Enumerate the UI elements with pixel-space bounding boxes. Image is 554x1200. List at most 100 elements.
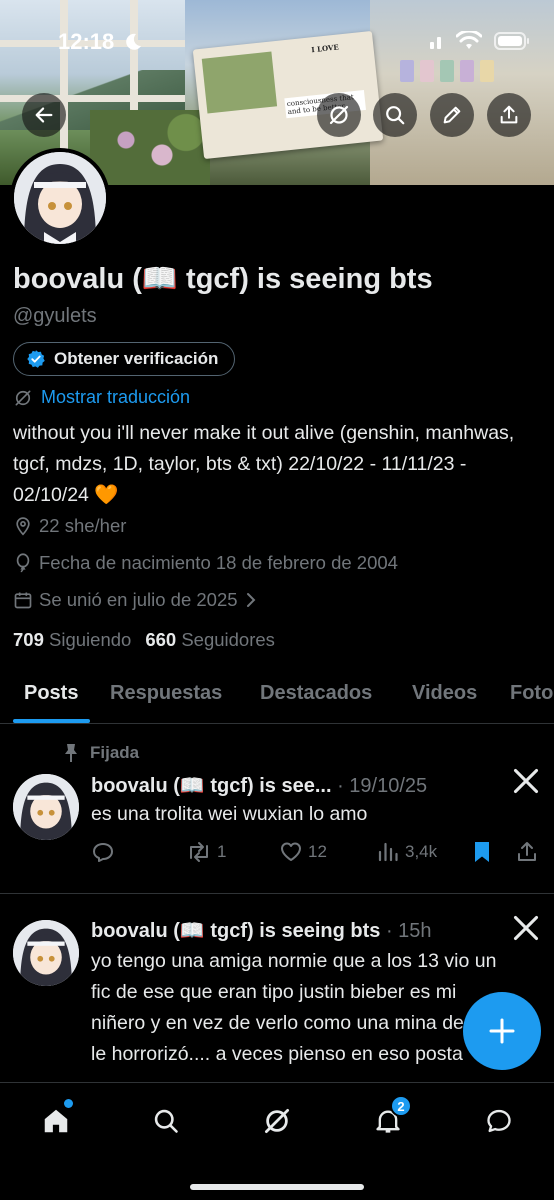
search-icon <box>386 106 405 125</box>
search-icon <box>154 1109 178 1133</box>
joined-row[interactable]: Se unió en julio de 2025 <box>13 589 258 611</box>
banner-book: I LOVE consciousness that and to be bett… <box>192 30 384 160</box>
like-button[interactable]: 12 <box>279 840 327 864</box>
pinned-indicator: Fijada <box>62 743 139 763</box>
views-count: 3,4k <box>405 842 438 861</box>
plus-icon <box>489 1018 515 1044</box>
following-link[interactable]: 709 Siguiendo <box>13 629 131 651</box>
views-icon <box>378 842 398 862</box>
nav-messages[interactable] <box>479 1101 519 1141</box>
post-text: yo tengo una amiga normie que a los 13 v… <box>91 950 503 1065</box>
banner-garden <box>90 110 210 185</box>
compose-button[interactable] <box>463 992 541 1070</box>
tab-highlights[interactable]: Destacados <box>260 682 372 705</box>
post-header[interactable]: boovalu (📖 tgcf) is see... · 19/10/25 <box>91 773 427 798</box>
followers-count: 660 <box>145 629 177 650</box>
post-time: · 15h <box>385 920 432 942</box>
x-logo-icon <box>513 768 539 794</box>
moon-icon <box>126 33 141 50</box>
birthday-text: Fecha de nacimiento 18 de febrero de 200… <box>39 552 398 573</box>
post-avatar[interactable] <box>13 774 79 840</box>
display-name: boovalu (📖 tgcf) is seeing bts <box>13 263 433 295</box>
follow-counts: 709 Siguiendo 660 Seguidores <box>13 629 275 651</box>
back-button[interactable] <box>22 93 66 137</box>
post-author: boovalu (📖 tgcf) is see... <box>91 775 332 797</box>
handle: @gyulets <box>13 305 97 327</box>
location-text: 22 she/her <box>39 515 127 536</box>
like-count: 12 <box>308 842 327 861</box>
tab-replies[interactable]: Respuestas <box>110 682 222 705</box>
show-translation-link[interactable]: Mostrar traducción <box>13 387 190 408</box>
bottom-nav: 2 <box>0 1082 554 1200</box>
grok-icon <box>15 390 31 405</box>
bookmark-button[interactable] <box>471 840 493 864</box>
banner-laundry <box>400 60 554 100</box>
nav-search[interactable] <box>146 1101 186 1141</box>
followers-label: Seguidores <box>181 629 275 650</box>
repost-button[interactable]: 1 <box>186 840 226 864</box>
pinned-label: Fijada <box>90 743 140 762</box>
book-text: I LOVE <box>310 42 340 55</box>
share-icon <box>500 105 518 124</box>
grok-button[interactable] <box>317 93 361 137</box>
reply-button[interactable] <box>91 840 115 864</box>
post-divider <box>0 893 554 894</box>
active-tab-indicator <box>13 719 90 723</box>
calendar-icon <box>14 592 32 609</box>
repost-count: 1 <box>217 842 227 861</box>
following-count: 709 <box>13 629 44 650</box>
nav-grok[interactable] <box>257 1101 297 1141</box>
tab-videos[interactable]: Videos <box>412 682 477 705</box>
birthday-row: Fecha de nacimiento 18 de febrero de 200… <box>13 552 398 574</box>
home-icon <box>44 1109 68 1133</box>
heart-icon <box>281 842 301 861</box>
location-row: 22 she/her <box>13 515 126 537</box>
notifications-badge: 2 <box>390 1095 412 1117</box>
views-button[interactable]: 3,4k <box>376 840 437 864</box>
share-post-button[interactable] <box>515 840 539 864</box>
get-verified-button[interactable]: Obtener verificación <box>13 342 236 376</box>
bookmark-filled-icon <box>475 842 489 862</box>
profile-tabs: Posts Respuestas Destacados Videos Fotos <box>0 664 554 724</box>
post-avatar[interactable] <box>13 920 79 986</box>
share-icon <box>518 842 536 861</box>
followers-link[interactable]: 660 Seguidores <box>145 629 275 651</box>
repost-icon <box>190 842 208 862</box>
show-translation-label: Mostrar traducción <box>41 387 191 407</box>
post-text: es una trolita wei wuxian lo amo <box>91 803 368 825</box>
profile-avatar[interactable] <box>10 148 110 248</box>
share-button[interactable] <box>487 93 531 137</box>
status-time: 12:18 <box>58 29 115 54</box>
signal-icon <box>430 37 441 49</box>
avatar-image <box>14 152 106 244</box>
pin-icon <box>65 744 77 762</box>
battery-icon <box>494 32 529 50</box>
avatar-image <box>13 774 79 840</box>
following-label: Siguiendo <box>49 629 132 650</box>
tab-photos[interactable]: Fotos <box>510 682 554 705</box>
post-actions: 1 12 3,4k <box>91 840 541 866</box>
bio: without you i'll never make it out alive… <box>13 422 515 506</box>
home-notification-dot <box>64 1099 73 1108</box>
post-author: boovalu (📖 tgcf) is seeing bts <box>91 920 381 942</box>
grok-post-button[interactable] <box>512 914 540 949</box>
get-verified-label: Obtener verificación <box>54 349 219 368</box>
wifi-icon <box>456 31 482 49</box>
tab-posts[interactable]: Posts <box>24 682 78 705</box>
avatar-image <box>13 920 79 986</box>
chat-icon <box>487 1109 511 1133</box>
search-button[interactable] <box>373 93 417 137</box>
location-pin-icon <box>16 517 30 536</box>
grok-icon <box>265 1109 289 1133</box>
balloon-icon <box>16 553 30 573</box>
nav-notifications[interactable]: 2 <box>368 1095 412 1141</box>
x-logo-icon <box>513 915 539 941</box>
post-header[interactable]: boovalu (📖 tgcf) is seeing bts · 15h <box>91 918 432 943</box>
edit-button[interactable] <box>430 93 474 137</box>
grok-post-button[interactable] <box>512 767 540 802</box>
verified-badge-icon <box>27 350 45 368</box>
joined-text: Se unió en julio de 2025 <box>39 589 238 610</box>
post-time: · 19/10/25 <box>337 775 428 797</box>
arrow-left-icon <box>35 107 53 123</box>
nav-home[interactable] <box>36 1099 76 1141</box>
